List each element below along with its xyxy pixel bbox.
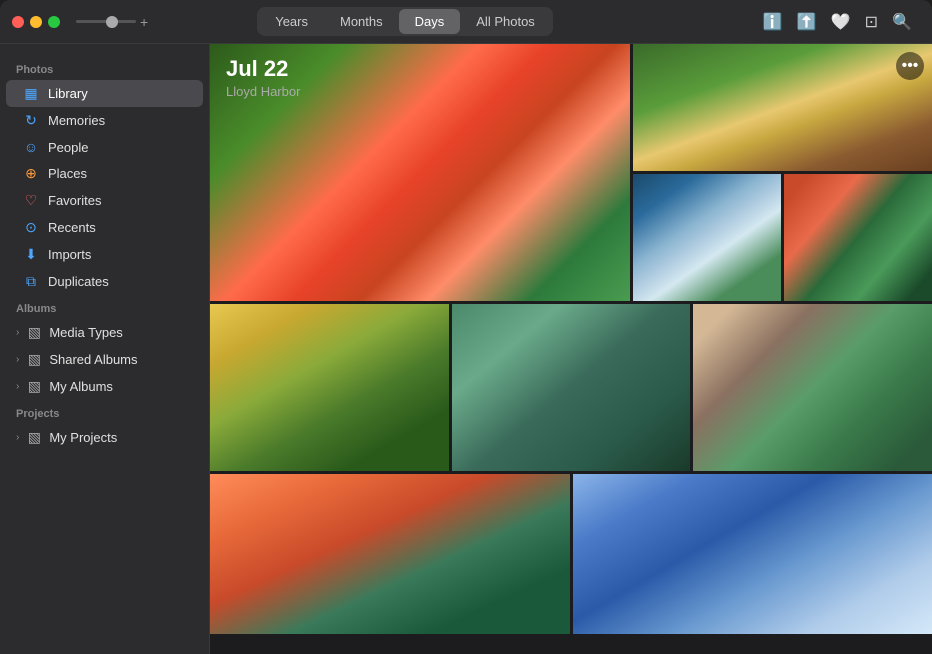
sidebar-section-photos: Photos (0, 56, 209, 80)
more-button[interactable]: ••• (896, 52, 924, 80)
sidebar-item-library[interactable]: ▦ Library (6, 80, 203, 107)
info-icon[interactable]: ℹ️ (763, 12, 783, 32)
photo-row-1: Jul 22 Lloyd Harbor ••• (210, 44, 932, 304)
maximize-button[interactable] (48, 16, 60, 28)
share-icon[interactable]: ⬆️ (797, 12, 817, 32)
chevron-right-icon-4: › (16, 432, 19, 443)
tab-days[interactable]: Days (399, 9, 461, 34)
sidebar-item-shared-albums-label: Shared Albums (49, 352, 137, 367)
sidebar-item-memories[interactable]: ↻ Memories (6, 107, 203, 134)
date-subtitle: Lloyd Harbor (226, 84, 300, 99)
view-tabs: Years Months Days All Photos (257, 7, 553, 36)
media-types-icon: ▧ (25, 324, 43, 341)
sidebar-item-my-albums-label: My Albums (49, 379, 113, 394)
sidebar-item-recents[interactable]: ⊙ Recents (6, 214, 203, 241)
zoom-thumb[interactable] (106, 16, 118, 28)
sidebar-item-duplicates[interactable]: ⧉ Duplicates (6, 268, 203, 295)
sidebar-item-my-albums[interactable]: › ▧ My Albums (6, 373, 203, 400)
photo-cell-r2-3[interactable] (693, 304, 932, 471)
photo-cell-bottom-right-2[interactable] (784, 174, 932, 301)
sidebar-item-duplicates-label: Duplicates (48, 274, 109, 289)
memories-icon: ↻ (22, 112, 40, 129)
date-title: Jul 22 (226, 56, 300, 82)
sidebar: Photos ▦ Library ↻ Memories ☺ People ⊕ P… (0, 44, 210, 654)
search-icon[interactable]: 🔍 (892, 12, 912, 32)
places-icon: ⊕ (22, 165, 40, 182)
chevron-right-icon-2: › (16, 354, 19, 365)
sidebar-item-recents-label: Recents (48, 220, 96, 235)
toolbar-icons: ℹ️ ⬆️ 🤍 ⊡ 🔍 (763, 12, 912, 32)
photo-cell-r3-1[interactable] (210, 474, 570, 634)
photo-cell-top-right[interactable]: ••• (633, 44, 932, 171)
sidebar-item-people[interactable]: ☺ People (6, 134, 203, 160)
date-overlay: Jul 22 Lloyd Harbor (226, 56, 300, 99)
sidebar-item-imports[interactable]: ⬇ Imports (6, 241, 203, 268)
favorites-icon: ♡ (22, 192, 40, 209)
zoom-control: + (76, 14, 148, 30)
close-button[interactable] (12, 16, 24, 28)
photo-area: Jul 22 Lloyd Harbor ••• (210, 44, 932, 654)
sidebar-item-shared-albums[interactable]: › ▧ Shared Albums (6, 346, 203, 373)
sidebar-section-albums: Albums (0, 295, 209, 319)
duplicates-icon: ⧉ (22, 273, 40, 290)
sidebar-item-my-projects[interactable]: › ▧ My Projects (6, 424, 203, 451)
photo-cell-main[interactable]: Jul 22 Lloyd Harbor (210, 44, 630, 301)
photo-cell-r3-2[interactable] (573, 474, 932, 634)
sidebar-item-places-label: Places (48, 166, 87, 181)
sidebar-item-favorites[interactable]: ♡ Favorites (6, 187, 203, 214)
my-albums-icon: ▧ (25, 378, 43, 395)
photo-right-bottom-row (633, 174, 932, 301)
photo-cell-r2-1[interactable] (210, 304, 449, 471)
photo-right-column: ••• (633, 44, 932, 301)
minimize-button[interactable] (30, 16, 42, 28)
traffic-lights (12, 16, 60, 28)
title-bar: + Years Months Days All Photos ℹ️ ⬆️ 🤍 ⊡… (0, 0, 932, 44)
sidebar-item-media-types[interactable]: › ▧ Media Types (6, 319, 203, 346)
sidebar-item-media-types-label: Media Types (49, 325, 122, 340)
sidebar-item-places[interactable]: ⊕ Places (6, 160, 203, 187)
photo-row-2 (210, 304, 932, 474)
sidebar-item-favorites-label: Favorites (48, 193, 101, 208)
zoom-plus-button[interactable]: + (140, 14, 148, 30)
imports-icon: ⬇ (22, 246, 40, 263)
photo-grid: Jul 22 Lloyd Harbor ••• (210, 44, 932, 634)
photo-cell-bottom-right-1[interactable] (633, 174, 781, 301)
shared-albums-icon: ▧ (25, 351, 43, 368)
sidebar-item-library-label: Library (48, 86, 88, 101)
heart-icon[interactable]: 🤍 (831, 12, 851, 32)
library-icon: ▦ (22, 85, 40, 102)
zoom-slider[interactable] (76, 20, 136, 23)
photo-cell-r2-2[interactable] (452, 304, 691, 471)
tab-months[interactable]: Months (324, 9, 399, 34)
photo-row-3 (210, 474, 932, 634)
sidebar-item-imports-label: Imports (48, 247, 91, 262)
chevron-right-icon-3: › (16, 381, 19, 392)
recents-icon: ⊙ (22, 219, 40, 236)
sidebar-item-memories-label: Memories (48, 113, 105, 128)
people-icon: ☺ (22, 139, 40, 155)
tab-years[interactable]: Years (259, 9, 324, 34)
my-projects-icon: ▧ (25, 429, 43, 446)
frame-icon[interactable]: ⊡ (865, 12, 878, 32)
sidebar-item-my-projects-label: My Projects (49, 430, 117, 445)
main-content: Photos ▦ Library ↻ Memories ☺ People ⊕ P… (0, 44, 932, 654)
tab-all-photos[interactable]: All Photos (460, 9, 551, 34)
sidebar-section-projects: Projects (0, 400, 209, 424)
sidebar-item-people-label: People (48, 140, 88, 155)
chevron-right-icon: › (16, 327, 19, 338)
